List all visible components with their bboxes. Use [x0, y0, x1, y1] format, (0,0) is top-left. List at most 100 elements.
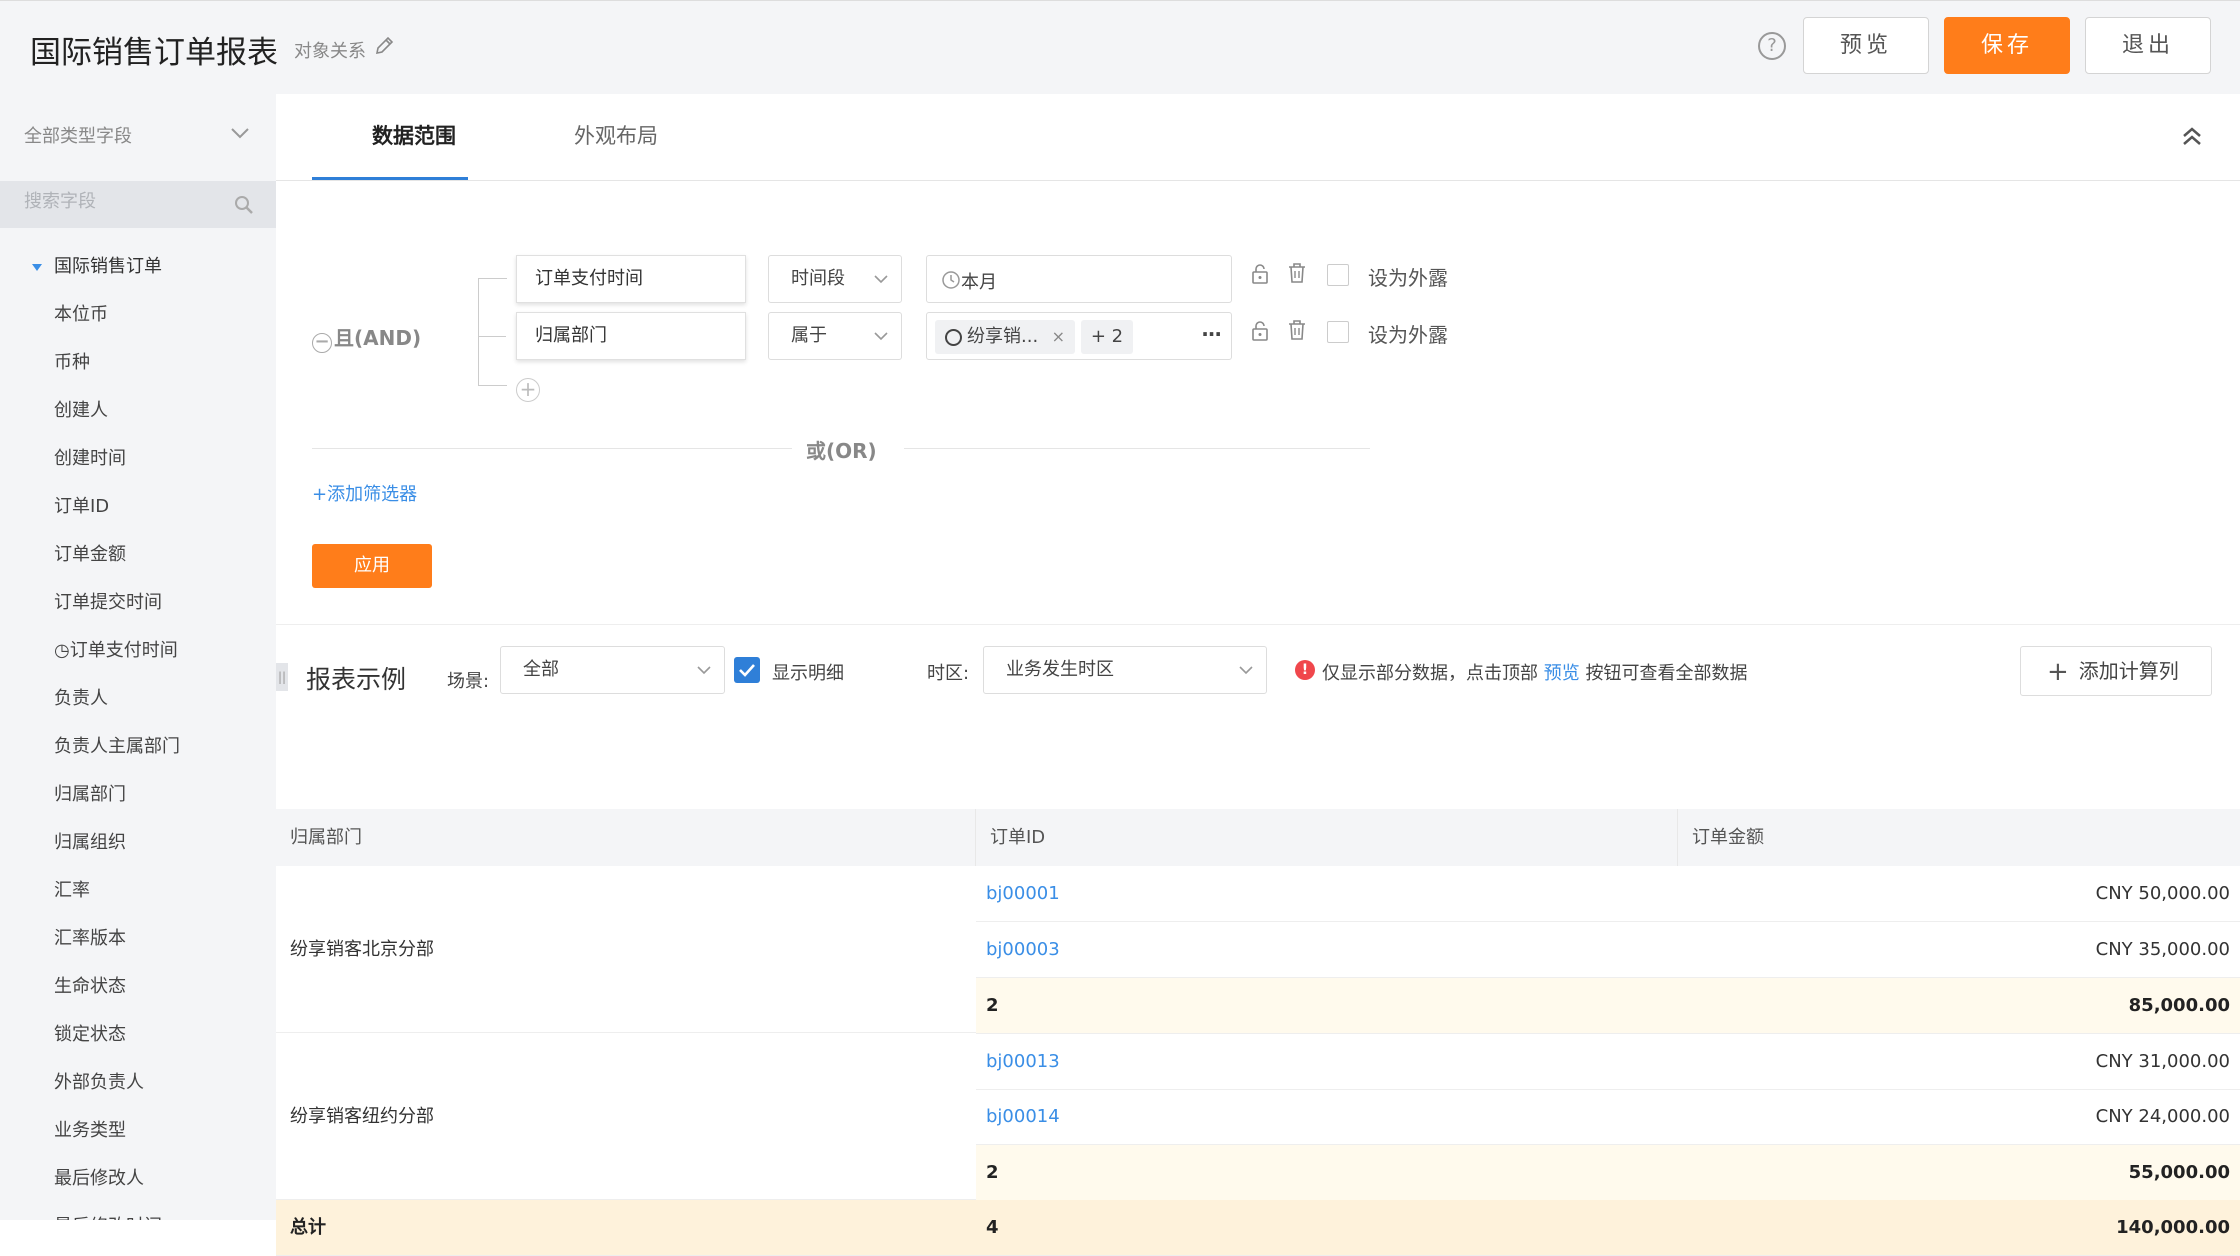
chevron-down-icon: [874, 332, 888, 341]
group-dept-cell: 纷享销客纽约分部: [276, 1034, 976, 1200]
tab-appearance[interactable]: 外观布局: [574, 120, 658, 150]
chevron-down-icon: [697, 666, 711, 675]
field-item[interactable]: 生命状态: [54, 972, 126, 998]
notice-preview-link[interactable]: 预览: [1544, 663, 1580, 684]
filter-value-input[interactable]: 本月: [926, 255, 1232, 303]
timezone-select[interactable]: 业务发生时区: [983, 646, 1267, 694]
close-icon[interactable]: ×: [1052, 320, 1065, 354]
search-input[interactable]: [24, 191, 224, 212]
column-header[interactable]: 订单ID: [976, 809, 1678, 866]
preview-button[interactable]: 预览: [1803, 17, 1929, 74]
lock-icon[interactable]: [1250, 320, 1270, 342]
partial-data-notice: 仅显示部分数据，点击顶部 预览 按钮可查看全部数据: [1322, 659, 1747, 685]
field-item[interactable]: 汇率: [54, 876, 90, 902]
field-item[interactable]: 创建人: [54, 396, 108, 422]
total-label: 总计: [276, 1200, 976, 1256]
filter-operator-select[interactable]: 时间段: [768, 255, 902, 303]
filter-field-select[interactable]: 归属部门: [516, 312, 746, 360]
order-id-link[interactable]: bj00003: [976, 922, 1678, 978]
group-dept-cell: 纷享销客北京分部: [276, 866, 976, 1033]
field-item[interactable]: 归属组织: [54, 828, 126, 854]
order-id-link[interactable]: bj00014: [976, 1089, 1678, 1145]
page-title: 国际销售订单报表: [30, 35, 278, 71]
field-item[interactable]: ◷订单支付时间: [54, 636, 178, 662]
save-button[interactable]: 保存: [1944, 17, 2070, 74]
trash-icon[interactable]: [1287, 319, 1307, 341]
operator-value: 时间段: [791, 268, 845, 289]
subtotal-count: 2: [976, 978, 1678, 1034]
show-detail-label: 显示明细: [772, 663, 844, 684]
active-tab-indicator: [312, 177, 468, 180]
order-id-link[interactable]: bj00001: [976, 866, 1678, 922]
field-item[interactable]: 外部负责人: [54, 1068, 144, 1094]
column-header[interactable]: 订单金额: [1678, 809, 2240, 866]
warning-icon: !: [1295, 660, 1315, 680]
double-chevron-up-icon[interactable]: [2180, 124, 2204, 148]
main-panel: 数据范围 外观布局 − 且(AND) 订单支付时间 时间段 本月 设为外露 归属部…: [276, 94, 2240, 1256]
scene-select[interactable]: 全部: [500, 646, 725, 694]
field-item[interactable]: 本位币: [54, 300, 108, 326]
order-amount: CNY 35,000.00: [1678, 922, 2240, 978]
field-type-select[interactable]: 全部类型字段: [24, 122, 132, 148]
timezone-label: 时区:: [927, 663, 970, 684]
column-header[interactable]: 归属部门: [276, 809, 976, 866]
lock-icon[interactable]: [1250, 263, 1270, 285]
expose-label: 设为外露: [1368, 323, 1448, 347]
field-item[interactable]: 最后修改人: [54, 1164, 144, 1190]
report-toolbar: || 报表示例 场景: 全部 显示明细 时区: 业务发生时区 ! 仅显示部分数据…: [276, 625, 2240, 725]
field-item[interactable]: 订单ID: [54, 492, 109, 518]
field-item[interactable]: 订单金额: [54, 540, 126, 566]
show-detail-checkbox[interactable]: [734, 657, 760, 683]
field-item[interactable]: 负责人主属部门: [54, 732, 180, 758]
order-amount: CNY 50,000.00: [1678, 866, 2240, 922]
tab-data-range[interactable]: 数据范围: [372, 120, 456, 150]
top-header: 国际销售订单报表 对象关系 ? 预览 保存 退出: [0, 0, 2240, 94]
order-amount: CNY 31,000.00: [1678, 1034, 2240, 1090]
apply-button[interactable]: 应用: [312, 544, 432, 588]
add-calculated-column-button[interactable]: + 添加计算列: [2020, 646, 2212, 696]
filter-field-select[interactable]: 订单支付时间: [516, 255, 746, 303]
more-count-tag[interactable]: + 2: [1081, 320, 1133, 354]
chevron-down-icon[interactable]: [229, 122, 251, 144]
expose-checkbox[interactable]: [1327, 321, 1349, 343]
field-item[interactable]: 锁定状态: [54, 1020, 126, 1046]
and-label-text: 且(AND): [334, 326, 422, 350]
add-filter-link[interactable]: +添加筛选器: [312, 480, 417, 506]
and-group-label[interactable]: − 且(AND): [312, 322, 421, 353]
field-item[interactable]: 归属部门: [54, 780, 126, 806]
field-item[interactable]: 订单提交时间: [54, 588, 162, 614]
minus-circle-icon[interactable]: −: [312, 333, 332, 353]
tree-root-object[interactable]: 国际销售订单: [32, 252, 162, 278]
expose-checkbox[interactable]: [1327, 264, 1349, 286]
field-item[interactable]: 最后修改时间: [54, 1212, 162, 1220]
chevron-down-icon: [1239, 666, 1253, 675]
ellipsis-icon[interactable]: ···: [1201, 322, 1222, 346]
pencil-icon[interactable]: [373, 35, 395, 57]
value-tag[interactable]: 纷享销... ×: [935, 320, 1075, 354]
search-icon[interactable]: [234, 195, 254, 215]
field-item[interactable]: 创建时间: [54, 444, 126, 470]
help-icon[interactable]: ?: [1758, 32, 1786, 60]
exit-button[interactable]: 退出: [2085, 17, 2211, 74]
field-item[interactable]: 汇率版本: [54, 924, 126, 950]
tag-label: 纷享销...: [967, 326, 1039, 347]
drag-handle-icon[interactable]: ||: [276, 663, 288, 691]
field-item[interactable]: 负责人: [54, 684, 108, 710]
caret-down-icon[interactable]: [32, 263, 42, 271]
add-condition-icon[interactable]: +: [516, 378, 540, 402]
field-sidebar: 全部类型字段 国际销售订单 本位币 币种 创建人 创建时间 订单ID 订单金额 …: [0, 94, 276, 1220]
subtotal-count: 2: [976, 1145, 1678, 1201]
order-id-link[interactable]: bj00013: [976, 1034, 1678, 1090]
report-title: 报表示例: [306, 665, 407, 694]
expose-label: 设为外露: [1368, 266, 1448, 290]
field-item[interactable]: 业务类型: [54, 1116, 126, 1142]
order-amount: CNY 24,000.00: [1678, 1089, 2240, 1145]
trash-icon[interactable]: [1287, 262, 1307, 284]
timezone-value: 业务发生时区: [1006, 659, 1114, 680]
filter-operator-select[interactable]: 属于: [768, 312, 902, 360]
filter-value-tags[interactable]: 纷享销... × + 2 ···: [926, 312, 1232, 360]
total-count: 4: [976, 1200, 1678, 1256]
object-relation-link[interactable]: 对象关系: [294, 37, 366, 63]
tab-bar: 数据范围 外观布局: [276, 94, 2240, 181]
field-item[interactable]: 币种: [54, 348, 90, 374]
